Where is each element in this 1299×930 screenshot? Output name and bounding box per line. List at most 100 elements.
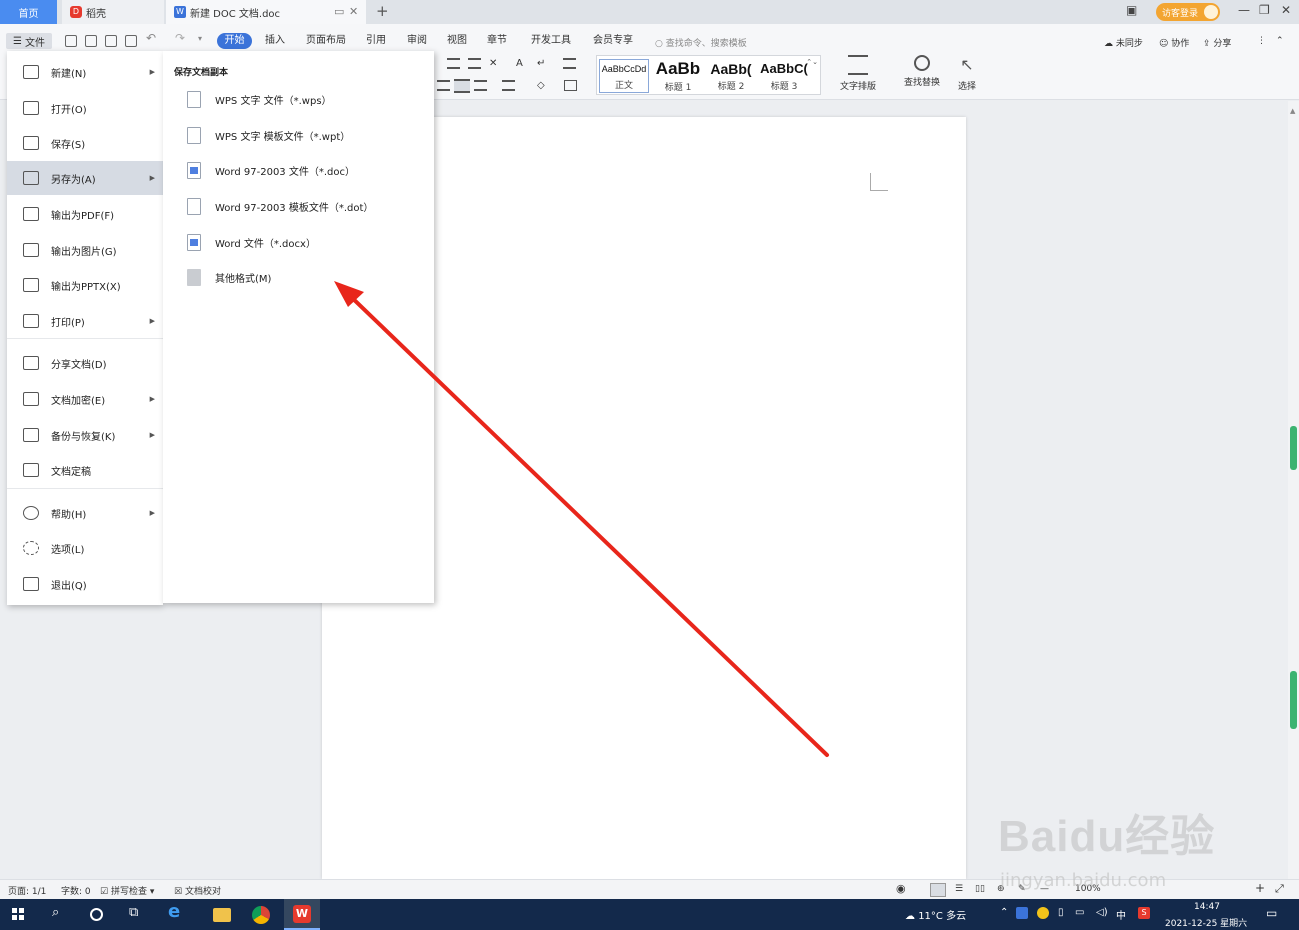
tab-page-layout[interactable]: 页面布局 [306, 31, 346, 46]
command-search[interactable]: ○ 查找命令、搜索模板 [655, 36, 747, 49]
task-view-icon[interactable]: ⧉ [129, 905, 138, 920]
proofread-button[interactable]: ☒ 文档校对 [174, 884, 221, 897]
file-menu-item[interactable]: 备份与恢复(K) ▶ [7, 418, 163, 452]
cortana-icon[interactable] [90, 908, 103, 921]
tray-expand-icon[interactable]: ⌃ [1000, 907, 1008, 918]
file-menu-item[interactable]: 新建(N) ▶ [7, 55, 163, 89]
file-menu-item[interactable]: 打印(P) ▶ [7, 304, 163, 338]
save-quick-icon[interactable] [65, 35, 77, 47]
redo-icon[interactable]: ↷ [175, 31, 185, 45]
ime-indicator[interactable]: 中 [1116, 907, 1126, 922]
save-format-option[interactable]: WPS 文字 文件（*.wps） [163, 82, 434, 116]
clock-date[interactable]: 2021-12-25 星期六 [1165, 916, 1247, 929]
styles-scroll-icon[interactable]: ⌃⌄ [806, 58, 818, 66]
file-menu-item[interactable]: 退出(Q) [7, 567, 163, 601]
file-menu-item[interactable]: 另存为(A) ▶ [7, 161, 163, 195]
style-normal[interactable]: AaBbCcDd 正文 [599, 59, 649, 93]
volume-icon[interactable]: ◁) [1096, 907, 1108, 918]
file-menu-item[interactable]: 输出为PDF(F) [7, 197, 163, 231]
shading-icon[interactable]: ◇ [537, 80, 550, 91]
tab-close-icon[interactable]: ✕ [349, 5, 358, 18]
save-format-option[interactable]: Word 文件（*.docx） [163, 225, 434, 259]
fullscreen-icon[interactable]: ⤢ [1275, 882, 1284, 896]
save-format-option[interactable]: Word 97-2003 模板文件（*.dot） [163, 189, 434, 223]
preview-quick-icon[interactable] [125, 35, 137, 47]
reading-view-icon[interactable]: ▯▯ [975, 884, 985, 894]
style-heading-1[interactable]: AaBb 标题 1 [652, 59, 704, 93]
sort-icon[interactable]: A [516, 58, 529, 69]
notification-icon[interactable]: ▭ [1266, 906, 1277, 920]
save-format-option[interactable]: 其他格式(M) [163, 260, 434, 294]
file-menu-item[interactable]: 输出为图片(G) [7, 233, 163, 267]
file-explorer-icon[interactable] [213, 908, 231, 922]
windows-start-icon[interactable] [12, 908, 24, 920]
tab-member[interactable]: 会员专享 [593, 31, 633, 46]
char-frame-icon[interactable] [563, 58, 576, 69]
undo-icon[interactable]: ↶ [146, 31, 156, 45]
guest-login-button[interactable]: 访客登录 [1156, 3, 1220, 21]
style-heading-2[interactable]: AaBb( 标题 2 [705, 59, 757, 92]
minimize-icon[interactable]: — [1238, 3, 1250, 17]
network-icon[interactable]: ▭ [1075, 907, 1084, 918]
chrome-icon[interactable] [252, 906, 270, 924]
print-quick-icon[interactable] [105, 35, 117, 47]
export-quick-icon[interactable] [85, 35, 97, 47]
tab-references[interactable]: 引用 [366, 31, 386, 46]
file-menu-item[interactable]: 保存(S) [7, 126, 163, 160]
align-left-icon[interactable] [437, 80, 450, 91]
scroll-up-icon[interactable]: ▲ [1290, 107, 1295, 115]
taskbar-search-icon[interactable]: ⌕ [52, 905, 59, 920]
tab-view[interactable]: 视图 [447, 31, 467, 46]
file-menu-item[interactable]: 文档加密(E) ▶ [7, 382, 163, 416]
file-menu-item[interactable]: 打开(O) [7, 91, 163, 125]
sogou-ime-icon[interactable]: S [1138, 907, 1150, 919]
tab-start[interactable]: 开始 [217, 33, 252, 49]
page-view-icon[interactable] [930, 883, 946, 897]
select-button[interactable]: ↖ 选择 [950, 55, 984, 92]
tab-insert[interactable]: 插入 [265, 31, 285, 46]
ie-browser-icon[interactable]: e [168, 901, 180, 922]
word-count[interactable]: 字数: 0 [61, 884, 91, 897]
tray-app2-icon[interactable] [1037, 907, 1049, 919]
close-window-icon[interactable]: ✕ [1281, 3, 1291, 17]
scroll-thumb[interactable] [1290, 426, 1297, 470]
distribute-icon[interactable] [474, 80, 487, 91]
vertical-scrollbar[interactable]: ▲ [1288, 101, 1299, 879]
collapse-ribbon-icon[interactable]: ⌃ [1276, 36, 1284, 46]
more-options-icon[interactable]: ⋮ [1257, 36, 1266, 46]
scroll-thumb-secondary[interactable] [1290, 671, 1297, 729]
share-button[interactable]: ⇪ 分享 [1203, 36, 1231, 49]
file-menu-item[interactable]: 分享文档(D) [7, 346, 163, 380]
restore-icon[interactable]: ❐ [1259, 3, 1270, 17]
outline-view-icon[interactable]: ☰ [955, 884, 963, 894]
weather-widget[interactable]: ☁ 11°C 多云 [905, 907, 966, 922]
battery-icon[interactable]: ▯ [1058, 907, 1064, 918]
collab-button[interactable]: ☺ 协作 [1159, 36, 1189, 49]
borders-icon[interactable] [564, 80, 577, 91]
indent-icon[interactable] [447, 58, 460, 69]
text-layout-button[interactable]: 文字排版 [833, 55, 883, 92]
line-spacing-icon[interactable] [502, 80, 515, 91]
tab-home[interactable]: 首页 [0, 0, 57, 24]
tab-pin-icon[interactable]: ▭ [334, 5, 344, 18]
spellcheck-toggle[interactable]: ☑ 拼写检查 ▾ [100, 884, 154, 897]
zoom-in-icon[interactable]: + [1255, 881, 1265, 895]
find-replace-button[interactable]: 查找替换 [897, 55, 947, 88]
tab-chapter[interactable]: 章节 [487, 31, 507, 46]
save-format-option[interactable]: Word 97-2003 文件（*.doc） [163, 153, 434, 187]
clock-time[interactable]: 14:47 [1194, 902, 1220, 912]
file-menu-item[interactable]: 文档定稿 [7, 453, 163, 487]
outdent-icon[interactable] [468, 58, 481, 69]
wps-taskbar-button[interactable]: W [284, 899, 320, 930]
tab-daoke[interactable]: D 稻壳 [62, 0, 164, 24]
tab-document[interactable]: W 新建 DOC 文档.doc ▭ ✕ [166, 0, 366, 24]
tab-devtools[interactable]: 开发工具 [531, 31, 571, 46]
file-menu-item[interactable]: 帮助(H) ▶ [7, 496, 163, 530]
file-menu-item[interactable]: 选项(L) [7, 531, 163, 565]
eye-protection-icon[interactable]: ◉ [896, 882, 906, 895]
file-menu-item[interactable]: 输出为PPTX(X) [7, 268, 163, 302]
file-menu-button[interactable]: ☰ 文件 [6, 33, 52, 49]
sync-status[interactable]: ☁ 未同步 [1104, 36, 1143, 49]
window-layout-icon[interactable]: ▣ [1126, 3, 1137, 17]
more-quick-icon[interactable]: ▾ [198, 34, 202, 43]
